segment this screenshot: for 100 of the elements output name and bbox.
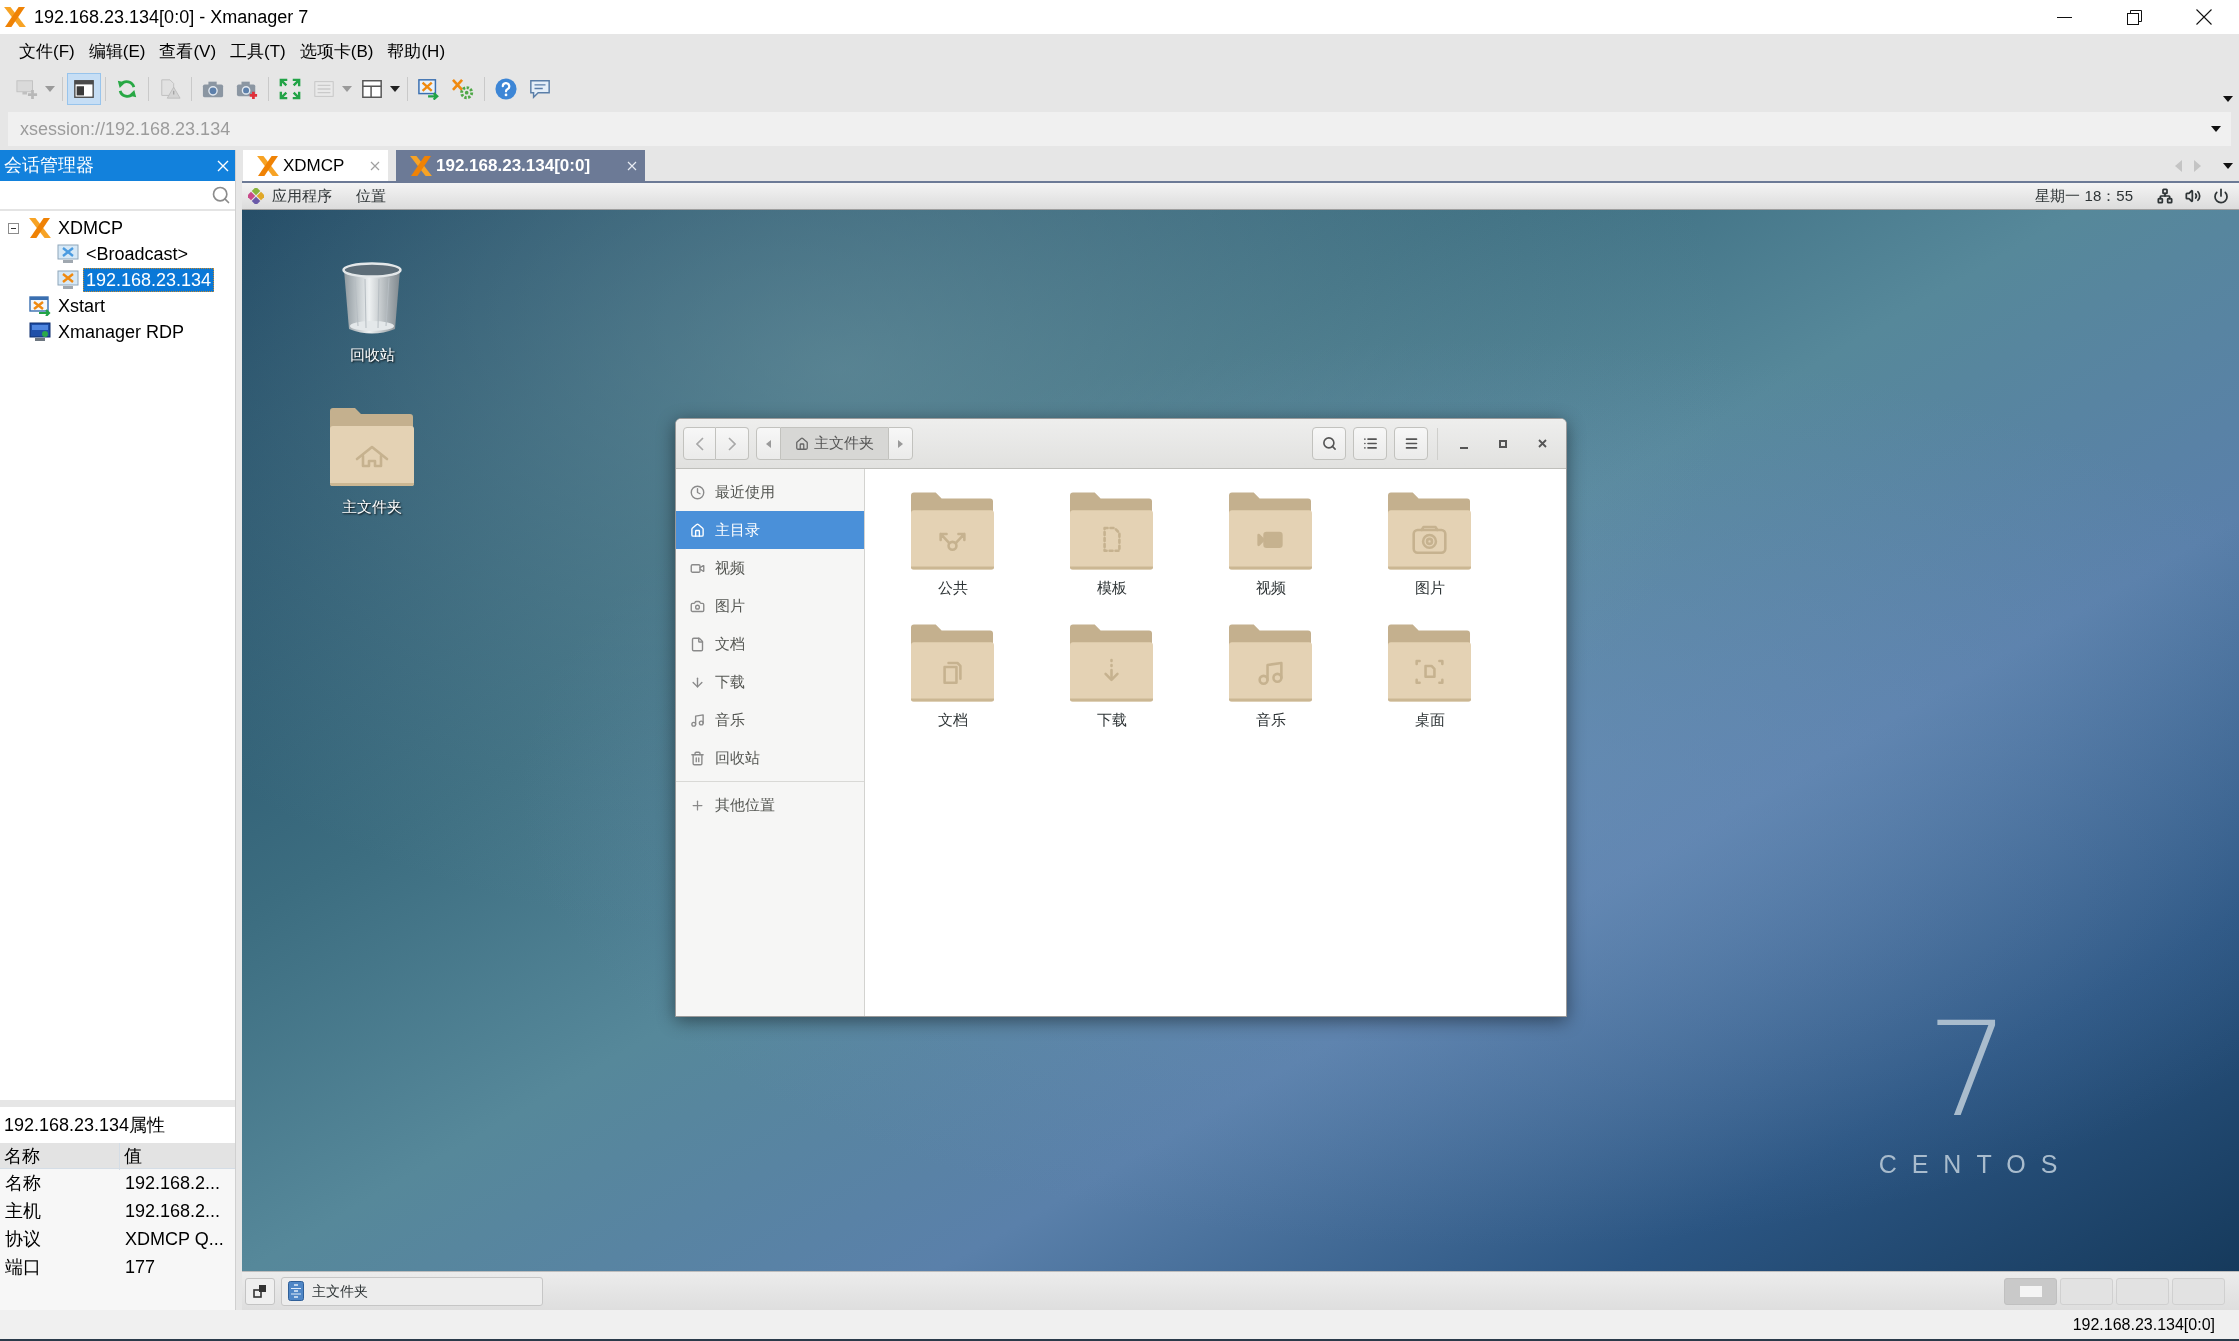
tree-item[interactable]: Xmanager RDP [55, 320, 188, 344]
folder-label[interactable]: 图片 [1414, 578, 1445, 597]
app-logo-icon [4, 7, 26, 27]
menu-item[interactable]: 选项卡(B) [292, 37, 381, 67]
home-icon [795, 436, 809, 451]
properties-title: 192.168.23.134属性 [4, 1113, 166, 1137]
folder-label[interactable]: 桌面 [1414, 710, 1445, 729]
sidebar-item[interactable]: 视频 [676, 549, 864, 587]
dropdown-caret-icon[interactable] [2211, 126, 2221, 132]
search-button[interactable] [1312, 427, 1346, 460]
volume-icon[interactable] [2185, 188, 2201, 204]
clock[interactable]: 星期一 18：55 [2035, 184, 2133, 208]
dropdown-caret-icon[interactable] [390, 86, 400, 92]
window-list-button[interactable]: 主文件夹 [281, 1276, 543, 1306]
tree-item[interactable]: 192.168.23.134 [83, 268, 215, 292]
workspace-button[interactable] [2116, 1277, 2169, 1305]
column-header[interactable]: 名称 [0, 1143, 120, 1170]
minimize-icon [2056, 16, 2072, 18]
window-panel-icon [73, 78, 95, 100]
menu-item[interactable]: 帮助(H) [380, 37, 453, 67]
folder-music-note-icon[interactable] [1229, 623, 1312, 703]
path-scroll-right-button[interactable] [888, 427, 913, 460]
scroll-left-icon[interactable] [2175, 159, 2182, 172]
menu-button[interactable] [1394, 427, 1428, 460]
property-name: 主机 [4, 1199, 42, 1223]
tree-item[interactable]: <Broadcast> [83, 242, 192, 266]
folder-video-camera-icon[interactable] [1229, 491, 1312, 571]
maximize-icon [1499, 439, 1507, 448]
tree-item[interactable]: Xstart [55, 294, 108, 318]
camera-icon [690, 598, 705, 614]
chevron-left-icon [695, 436, 704, 451]
folder-label[interactable]: 文档 [937, 710, 968, 729]
workspace-button[interactable] [2004, 1277, 2057, 1305]
folder-camera-icon[interactable] [1388, 491, 1471, 571]
desktop-icon-label[interactable]: 主文件夹 [342, 496, 402, 519]
music-note-icon [690, 712, 705, 728]
desktop-icon-label[interactable]: 回收站 [349, 344, 395, 367]
property-value: 192.168.2... [124, 1171, 222, 1195]
dropdown-caret-icon[interactable] [2223, 96, 2233, 102]
folder-arrow-down-icon[interactable] [1070, 623, 1153, 703]
close-icon[interactable] [370, 160, 380, 171]
path-segment[interactable]: 主文件夹 [781, 427, 888, 460]
power-icon[interactable] [2213, 188, 2229, 204]
monitor-plus-icon [16, 78, 38, 100]
monitor-icon [57, 270, 79, 290]
caret-right-icon [898, 439, 903, 448]
workspace-button[interactable] [2172, 1277, 2225, 1305]
show-desktop-button[interactable] [245, 1277, 275, 1305]
session-panel-button[interactable] [67, 73, 101, 105]
path-scroll-left-button[interactable] [756, 427, 781, 460]
tab[interactable]: 192.168.23.134[0:0] [396, 150, 645, 181]
folder-home-icon[interactable] [330, 406, 414, 488]
tab[interactable]: XDMCP [243, 150, 388, 181]
dropdown-caret-icon[interactable] [2223, 162, 2233, 169]
folder-frame-icon[interactable] [1388, 623, 1471, 703]
sidebar-item[interactable]: 其他位置 [676, 786, 864, 824]
folder-label[interactable]: 视频 [1255, 578, 1286, 597]
panel-title: 会话管理器 [4, 154, 94, 177]
back-button[interactable] [683, 427, 716, 460]
panel-menu[interactable]: 应用程序 [272, 184, 332, 208]
menu-icon [1403, 436, 1419, 451]
sidebar-item[interactable]: 文档 [676, 625, 864, 663]
pinwheel-icon[interactable] [248, 188, 264, 204]
sidebar-item[interactable]: 最近使用 [676, 473, 864, 511]
sidebar-item[interactable]: 图片 [676, 587, 864, 625]
panel-menu[interactable]: 位置 [356, 184, 386, 208]
sidebar-item[interactable]: 回收站 [676, 739, 864, 777]
menu-item[interactable]: 文件(F) [12, 37, 82, 67]
column-header[interactable]: 值 [120, 1143, 235, 1170]
sidebar-item[interactable]: 音乐 [676, 701, 864, 739]
x-logo-icon [29, 218, 51, 238]
status-text: 192.168.23.134[0:0] [2072, 1314, 2215, 1335]
network-icon[interactable] [2157, 188, 2173, 204]
trash-icon [690, 750, 705, 766]
restore-icon [2126, 9, 2142, 25]
help-icon [495, 78, 517, 100]
refresh-icon [116, 78, 138, 100]
collapse-icon[interactable] [8, 222, 19, 234]
forward-button[interactable] [716, 427, 749, 460]
x-logo-icon [410, 155, 432, 176]
caret-left-icon [766, 439, 771, 448]
folder-share-icon[interactable] [911, 491, 994, 571]
folder-dashed-file-icon[interactable] [1070, 491, 1153, 571]
folder-label[interactable]: 公共 [937, 578, 968, 597]
menu-item[interactable]: 工具(T) [223, 37, 293, 67]
tree-item[interactable]: XDMCP [55, 216, 126, 240]
trash-bin-icon[interactable] [341, 262, 403, 336]
menu-item[interactable]: 编辑(E) [81, 37, 153, 67]
workspace-button[interactable] [2060, 1277, 2113, 1305]
folder-files-icon[interactable] [911, 623, 994, 703]
scroll-right-icon[interactable] [2194, 159, 2201, 172]
x-logo-icon [257, 155, 279, 176]
chat-bubble-icon [529, 78, 551, 100]
view-options-button[interactable] [1353, 427, 1387, 460]
menu-item[interactable]: 查看(V) [152, 37, 224, 67]
folder-label[interactable]: 下载 [1096, 710, 1127, 729]
property-value: XDMCP Q... [124, 1227, 225, 1251]
folder-label[interactable]: 模板 [1096, 578, 1127, 597]
sidebar-item[interactable]: 下载 [676, 663, 864, 701]
folder-label[interactable]: 音乐 [1255, 710, 1286, 729]
